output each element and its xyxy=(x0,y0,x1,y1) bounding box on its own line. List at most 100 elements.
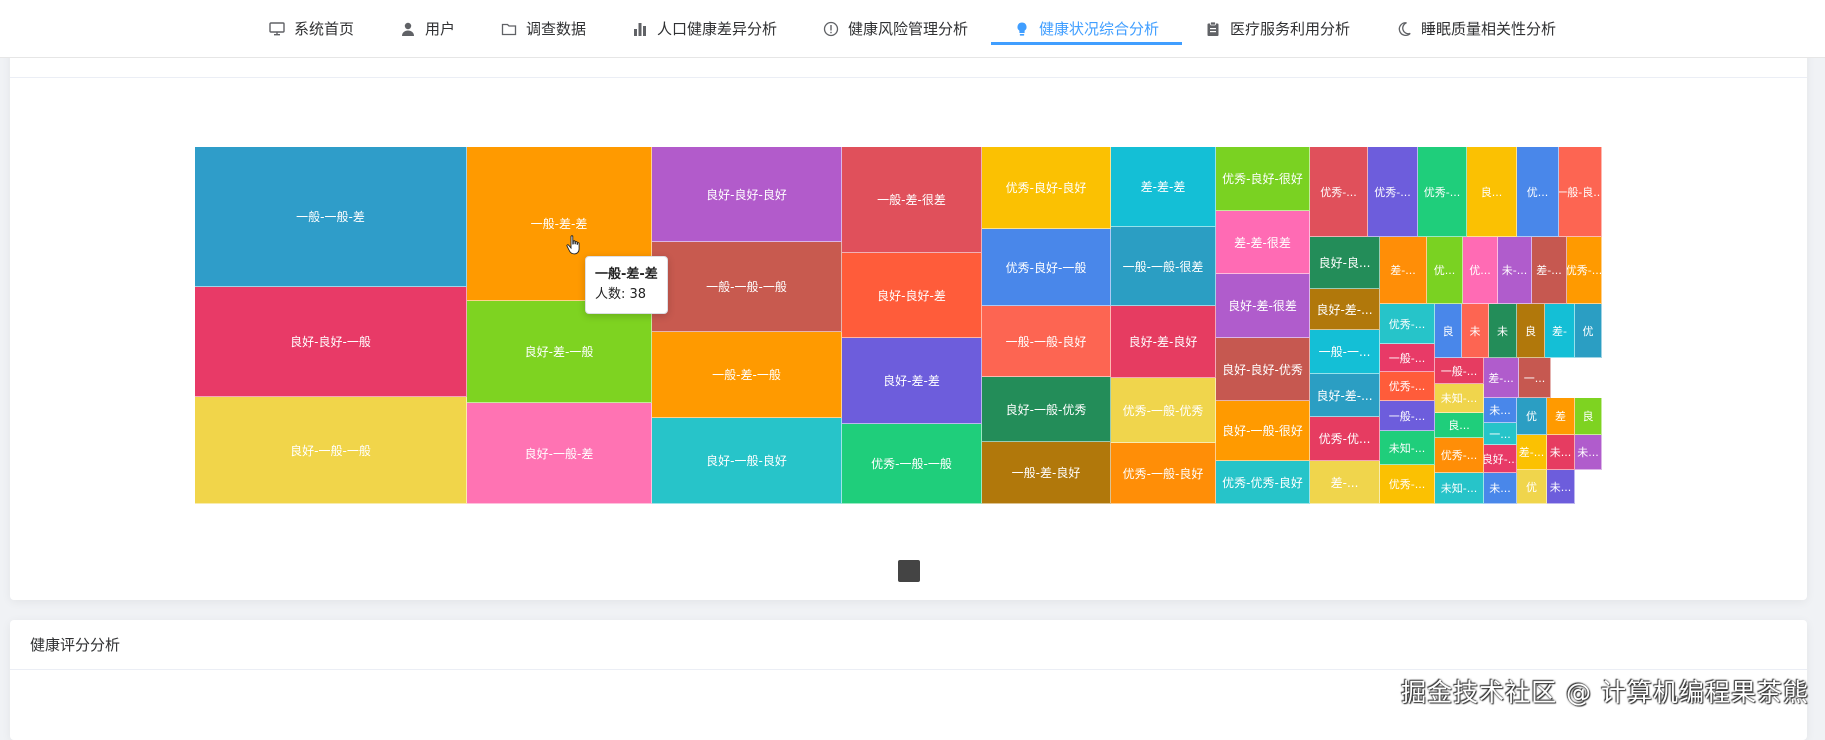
treemap-tile[interactable]: 一般-一... xyxy=(1310,330,1380,374)
treemap-tile[interactable]: 未知-... xyxy=(1435,384,1484,413)
treemap-tile[interactable]: 优秀-优... xyxy=(1310,417,1380,461)
treemap-tile[interactable]: 一般-一般-很差 xyxy=(1111,227,1216,306)
treemap-tile[interactable]: 差 xyxy=(1547,398,1575,435)
treemap-tile[interactable]: 良 xyxy=(1435,304,1462,358)
treemap-tile[interactable]: 一般-差-良好 xyxy=(982,442,1111,504)
treemap-tile[interactable]: 差-... xyxy=(1532,237,1567,304)
treemap-tile[interactable]: 优秀-一般-一般 xyxy=(842,424,982,504)
nav-item-label: 人口健康差异分析 xyxy=(656,20,777,38)
treemap-tile[interactable]: 未... xyxy=(1484,398,1517,423)
treemap-tile[interactable]: 一般-一般-差 xyxy=(195,147,467,287)
top-navigation: 系统首页 用户 调查数据 人口健康差异分析 健康风险管理分析 健康状况综合分析 xyxy=(0,0,1825,58)
treemap-tile[interactable]: 优秀-良好-很好 xyxy=(1216,147,1310,211)
treemap-tile[interactable]: 优秀-良好-良好 xyxy=(982,147,1111,229)
treemap-tile[interactable]: 未... xyxy=(1484,473,1517,504)
pagination-button[interactable] xyxy=(898,560,920,582)
treemap-tile[interactable]: 差-差-很差 xyxy=(1216,211,1310,274)
clipboard-icon xyxy=(1205,21,1221,37)
treemap-tile[interactable]: 优秀-良好-一般 xyxy=(982,229,1111,306)
treemap-tile[interactable]: 良 xyxy=(1517,304,1545,358)
treemap-tile[interactable]: 差- xyxy=(1545,304,1575,358)
treemap-tile[interactable]: 良好-差-一般 xyxy=(467,301,652,403)
treemap-tile[interactable]: 一... xyxy=(1484,423,1517,445)
treemap-tile[interactable]: 优秀-... xyxy=(1310,147,1368,237)
treemap-tile[interactable]: 优秀-优秀-良好 xyxy=(1216,461,1310,504)
tooltip-value: 人数: 38 xyxy=(595,287,647,302)
treemap-tile[interactable]: 未 xyxy=(1489,304,1517,358)
treemap-tile[interactable]: 一般-... xyxy=(1435,358,1484,384)
folder-icon xyxy=(501,21,517,37)
treemap-tile[interactable]: 良好-差-... xyxy=(1310,289,1380,330)
nav-item-population-health[interactable]: 人口健康差异分析 xyxy=(609,0,800,57)
treemap-tile[interactable]: 未... xyxy=(1575,435,1602,470)
treemap-tile[interactable]: 良好-一般-差 xyxy=(467,403,652,504)
treemap-tile[interactable]: 一... xyxy=(1519,358,1551,398)
tooltip-title: 一般-差-差 xyxy=(595,267,658,282)
treemap-tile[interactable]: 一般-差-很差 xyxy=(842,147,982,253)
treemap-tile[interactable]: 一般-... xyxy=(1380,344,1435,372)
treemap-tile[interactable]: 优秀-... xyxy=(1368,147,1418,237)
treemap-tile[interactable]: 优秀-一般-优秀 xyxy=(1111,378,1216,443)
treemap-tile[interactable]: 优秀-... xyxy=(1380,372,1435,401)
treemap-tile[interactable]: 差-... xyxy=(1380,237,1427,304)
nav-item-users[interactable]: 用户 xyxy=(377,0,478,57)
treemap-tile[interactable]: 良好-差-良好 xyxy=(1111,306,1216,378)
treemap-tile[interactable]: 优... xyxy=(1463,237,1498,304)
treemap-tile[interactable]: 优秀-一般-良好 xyxy=(1111,443,1216,504)
treemap-tile[interactable]: 良好-良好-优秀 xyxy=(1216,338,1310,401)
treemap-tile[interactable]: 良好-良好-差 xyxy=(842,253,982,338)
treemap-tile[interactable]: 优秀-... xyxy=(1418,147,1467,237)
treemap-tile[interactable]: 优秀-... xyxy=(1380,465,1435,504)
nav-item-survey-data[interactable]: 调查数据 xyxy=(478,0,609,57)
nav-item-label: 睡眠质量相关性分析 xyxy=(1421,20,1557,38)
treemap-tile[interactable]: 差-... xyxy=(1310,461,1380,504)
treemap-tile[interactable]: 良好-差-差 xyxy=(842,338,982,424)
treemap-tile[interactable]: 优... xyxy=(1517,147,1559,237)
treemap-tile[interactable]: 良好-... xyxy=(1484,445,1517,473)
treemap-tile[interactable]: 一般-差-一般 xyxy=(652,332,842,418)
treemap-tile[interactable]: 优... xyxy=(1427,237,1463,304)
treemap-tile[interactable]: 良... xyxy=(1435,413,1484,438)
treemap-tile[interactable]: 未知-... xyxy=(1435,473,1484,504)
treemap-tile[interactable]: 一般-... xyxy=(1380,401,1435,431)
treemap-tile[interactable]: 差-差-差 xyxy=(1111,147,1216,227)
treemap-tile[interactable]: 良好-一般-很好 xyxy=(1216,401,1310,461)
nav-item-health-status[interactable]: 健康状况综合分析 xyxy=(991,0,1183,57)
treemap-tile[interactable]: 优 xyxy=(1575,304,1602,358)
treemap-tile[interactable]: 一般-良... xyxy=(1559,147,1602,237)
treemap-tile[interactable]: 差-... xyxy=(1484,358,1519,398)
treemap-tile[interactable]: 未知-... xyxy=(1380,431,1435,465)
treemap-tile[interactable]: 未... xyxy=(1547,435,1575,470)
treemap-tile[interactable]: 优秀-... xyxy=(1567,237,1602,304)
watermark-text: 掘金技术社区 @ 计算机编程果茶熊 xyxy=(1401,678,1809,707)
nav-item-label: 健康状况综合分析 xyxy=(1039,20,1160,38)
bar-chart-icon xyxy=(632,21,648,37)
treemap-tile[interactable]: 差-... xyxy=(1517,435,1547,470)
treemap-tile[interactable]: 一般-一般-良好 xyxy=(982,306,1111,377)
treemap-tile[interactable]: 良好-一般-良好 xyxy=(652,418,842,504)
treemap-tile[interactable]: 良好-一般-一般 xyxy=(195,397,467,504)
treemap-tile[interactable]: 良好-良... xyxy=(1310,237,1380,289)
treemap-tile[interactable]: 良好-差-... xyxy=(1310,374,1380,417)
treemap-tile[interactable]: 优 xyxy=(1517,398,1547,435)
treemap-tile[interactable]: 良... xyxy=(1467,147,1517,237)
treemap-tile[interactable]: 优 xyxy=(1517,470,1547,504)
treemap-tile[interactable]: 优秀-... xyxy=(1380,304,1435,344)
treemap-tile[interactable]: 一般-一般-一般 xyxy=(652,242,842,332)
treemap-tile[interactable]: 良 xyxy=(1575,398,1602,435)
treemap-tile[interactable]: 良好-一般-优秀 xyxy=(982,377,1111,442)
treemap-tile[interactable]: 良好-良好-良好 xyxy=(652,147,842,242)
nav-item-sleep-quality[interactable]: 睡眠质量相关性分析 xyxy=(1373,0,1579,57)
treemap-tile[interactable]: 良好-差-很差 xyxy=(1216,274,1310,338)
treemap-tile[interactable]: 未... xyxy=(1547,470,1575,504)
nav-item-home[interactable]: 系统首页 xyxy=(246,0,377,57)
treemap-tile[interactable]: 优秀-... xyxy=(1435,438,1484,473)
user-icon xyxy=(400,21,416,37)
treemap-chart[interactable]: 一般-一般-差 良好-良好-一般 良好-一般-一般 一般-差-差 良好-差-一般 良好-一… xyxy=(195,147,1602,504)
nav-item-medical-service[interactable]: 医疗服务利用分析 xyxy=(1182,0,1373,57)
nav-item-risk-management[interactable]: 健康风险管理分析 xyxy=(800,0,991,57)
treemap-tile[interactable]: 良好-良好-一般 xyxy=(195,287,467,397)
treemap-tile[interactable]: 未-... xyxy=(1498,237,1532,304)
treemap-tile[interactable]: 未 xyxy=(1462,304,1489,358)
nav-item-label: 调查数据 xyxy=(525,20,586,38)
